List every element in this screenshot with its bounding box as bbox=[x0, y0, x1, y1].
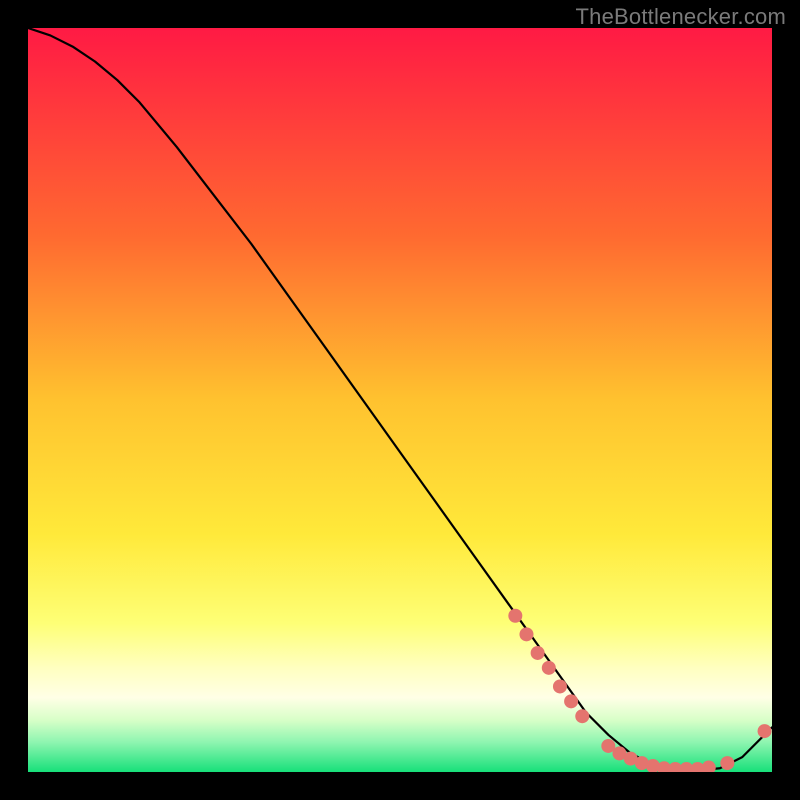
data-point bbox=[720, 756, 734, 770]
data-point bbox=[564, 694, 578, 708]
chart-svg bbox=[28, 28, 772, 772]
data-point bbox=[575, 709, 589, 723]
data-point bbox=[542, 661, 556, 675]
data-point bbox=[553, 679, 567, 693]
data-point bbox=[758, 724, 772, 738]
plot-area bbox=[28, 28, 772, 772]
data-point bbox=[531, 646, 545, 660]
data-point bbox=[508, 609, 522, 623]
data-point bbox=[519, 627, 533, 641]
chart-frame: TheBottlenecker.com bbox=[0, 0, 800, 800]
gradient-background bbox=[28, 28, 772, 772]
watermark-text: TheBottlenecker.com bbox=[576, 4, 786, 30]
